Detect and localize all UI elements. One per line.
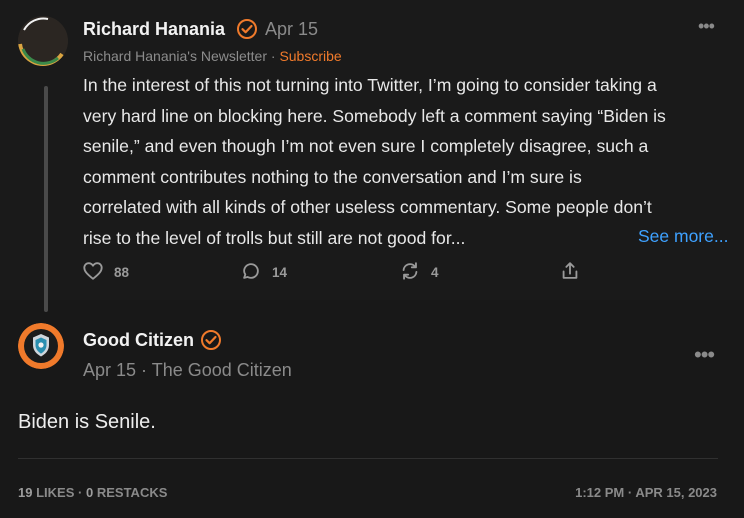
share-icon [559,260,581,285]
ellipsis-icon[interactable]: ••• [694,342,715,368]
restack-button[interactable]: 4 [399,260,439,285]
verified-badge-icon [200,329,222,356]
comment-line: correlated with all kinds of other usele… [83,197,652,217]
reply-button[interactable]: 14 [240,260,287,285]
subscribe-button[interactable]: Subscribe [279,48,341,64]
avatar[interactable] [18,323,64,369]
heart-icon [82,260,104,285]
comment-line: senile,” and even though I’m not even su… [83,136,649,156]
restacks-label[interactable]: RESTACKS [97,485,168,500]
newsletter-line: Richard Hanania's Newsletter · Subscribe [83,47,342,65]
restack-icon [399,260,421,285]
comment-line: In the interest of this not turning into… [83,75,657,95]
verified-badge-icon [236,18,258,45]
author-name[interactable]: Good Citizen [83,328,194,352]
ellipsis-icon[interactable]: ••• [698,16,715,37]
author-name[interactable]: Richard Hanania [83,17,225,41]
likes-label[interactable]: LIKES [36,485,74,500]
timestamp[interactable]: 1:12 PM · APR 15, 2023 [575,485,717,501]
see-more-link[interactable]: See more... [626,222,729,250]
thread-line [44,86,48,312]
stats-separator: · [78,485,83,500]
reply-count: 14 [272,265,288,280]
avatar[interactable] [18,16,68,66]
comment-icon [240,260,262,285]
reply-body: Biden is Senile. [18,411,156,433]
comment-line: very hard line on blocking here. Somebod… [83,105,666,126]
like-button[interactable]: 88 [82,260,129,285]
separator: · [270,48,276,64]
divider [18,458,718,459]
restacks-count[interactable]: 0 [86,485,93,500]
newsletter-name[interactable]: Richard Hanania's Newsletter [83,48,267,64]
reply-meta[interactable]: Apr 15 · The Good Citizen [83,358,292,382]
share-button[interactable] [559,260,581,285]
reply-stats: 19 LIKES · 0 RESTACKS [18,485,167,501]
comment-date[interactable]: Apr 15 [265,17,318,41]
comment-line: comment contributes nothing to the conve… [83,166,582,187]
like-count: 88 [114,265,130,280]
likes-count[interactable]: 19 [18,485,32,500]
restack-count: 4 [431,265,439,280]
